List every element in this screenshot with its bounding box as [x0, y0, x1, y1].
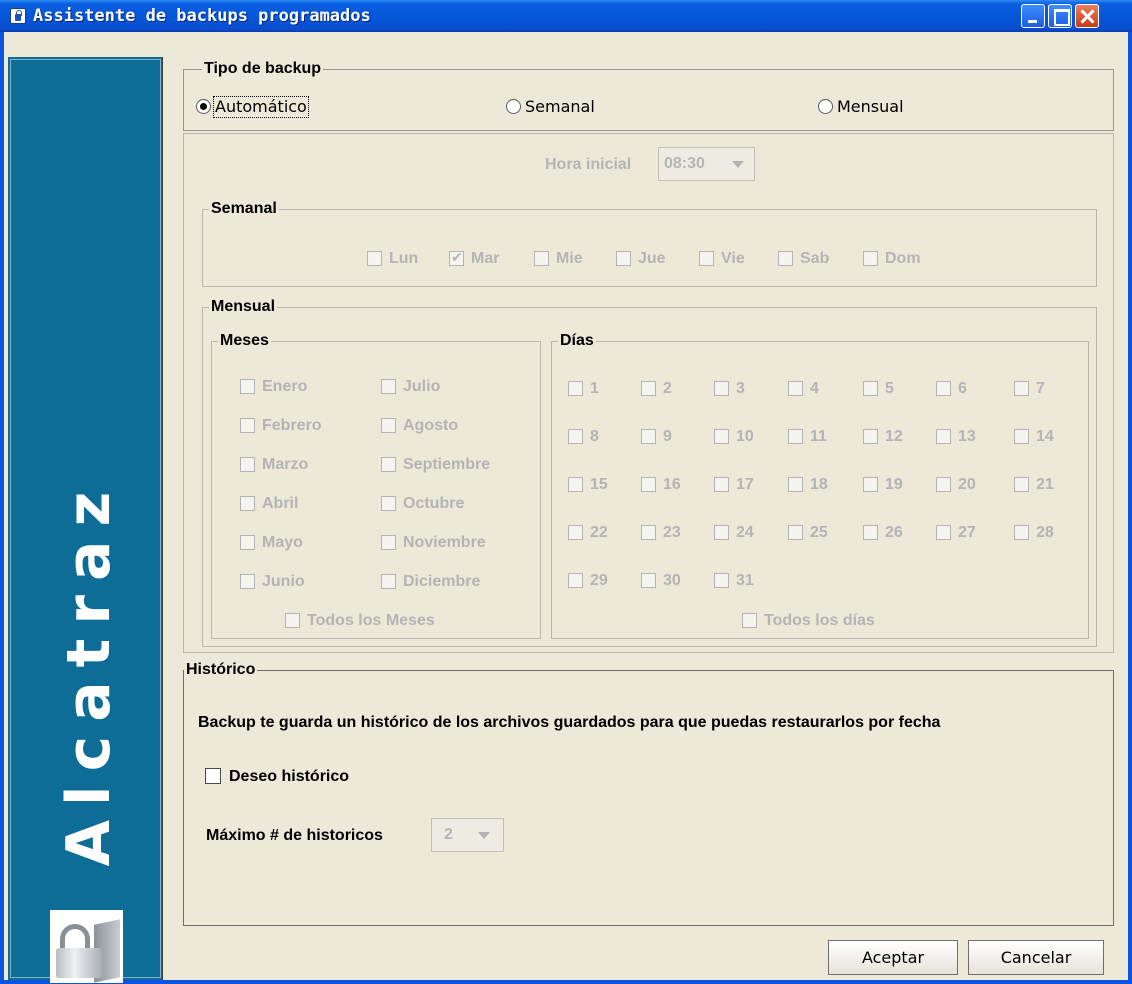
hora-inicial-value: 08:30 [664, 155, 705, 172]
tipo-backup-group: Tipo de backup Automático Semanal Mensua… [183, 60, 1114, 131]
dias-title: Días [558, 332, 596, 350]
minimize-icon[interactable] [1021, 4, 1045, 28]
hora-inicial-label: Hora inicial [545, 156, 632, 173]
title-bar[interactable]: Assistente de backups programados [0, 0, 1132, 32]
radio-button-icon [818, 99, 833, 114]
chevron-down-icon [478, 832, 490, 839]
maximize-icon[interactable] [1048, 4, 1072, 28]
check-icon [449, 248, 464, 266]
meses-title: Meses [218, 332, 271, 350]
dias-group: Días 1 2 3 4 5 6 7 8 9 10 11 12 13 14 15 16 17 18 19 20 21 22… [551, 332, 1089, 639]
lock-app-icon [10, 8, 26, 24]
deseo-historico-label: Deseo histórico [229, 768, 350, 785]
cancel-button[interactable]: Cancelar [968, 940, 1104, 975]
historico-description: Backup te guarda un histórico de los arc… [198, 714, 941, 731]
deseo-historico-checkbox[interactable] [205, 768, 221, 784]
radio-button-icon [196, 99, 211, 114]
schedule-pane: Hora inicial 08:30 Semanal Lun Mar Mie J… [183, 133, 1114, 653]
accept-button[interactable]: Aceptar [828, 940, 958, 975]
mensual-group: Mensual Meses Enero Julio Febrero Agosto Mar… [202, 298, 1097, 647]
close-icon[interactable] [1075, 4, 1099, 28]
brand-name: Alcatraz [54, 477, 124, 867]
max-historicos-label: Máximo # de historicos [206, 827, 383, 844]
meses-group: Meses Enero Julio Febrero Agosto Marzo Septie… [211, 332, 541, 639]
mensual-title: Mensual [209, 298, 278, 316]
radio-label: Automático [213, 96, 309, 118]
tipo-backup-title: Tipo de backup [202, 60, 324, 78]
max-historicos-select[interactable]: 2 [431, 818, 504, 852]
brand-sidebar: Alcatraz [8, 57, 163, 983]
semanal-group: Semanal Lun Mar Mie Jue Vie Sab Dom [202, 200, 1097, 287]
dialog-window: Assistente de backups programados Alcatr… [0, 0, 1132, 984]
chevron-down-icon [732, 161, 744, 168]
radio-button-icon [506, 99, 521, 114]
historico-group: Histórico Backup te guarda un histórico … [183, 661, 1114, 926]
max-historicos-value: 2 [444, 826, 453, 843]
window-title: Assistente de backups programados [33, 6, 371, 26]
padlock-icon [50, 910, 123, 983]
historico-title: Histórico [184, 661, 258, 679]
hora-inicial-select[interactable]: 08:30 [658, 147, 755, 181]
radio-label: Semanal [525, 97, 595, 116]
radio-label: Mensual [837, 97, 904, 116]
semanal-title: Semanal [209, 200, 279, 218]
